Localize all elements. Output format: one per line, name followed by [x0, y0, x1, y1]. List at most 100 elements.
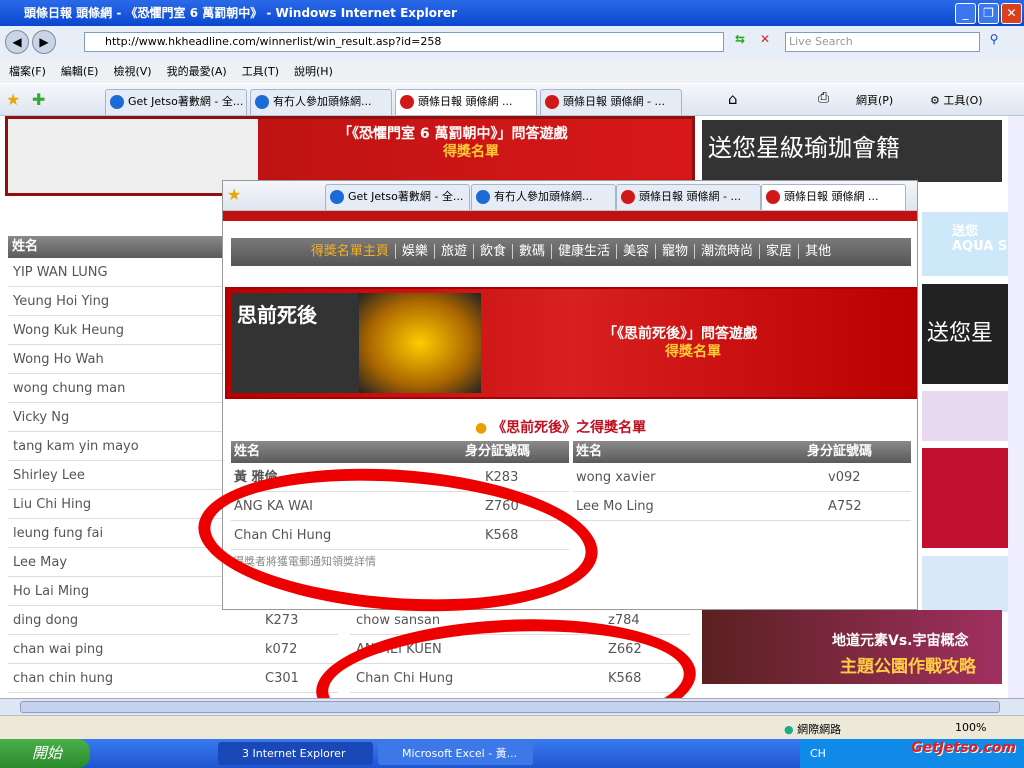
- banner-subtitle: 得獎名單: [443, 144, 499, 160]
- window-title: 頭條日報 頭條網 - 《恐懼門室 6 萬罰朝中》 - Windows Inter…: [24, 6, 457, 20]
- winner-id: C301: [265, 671, 299, 686]
- ie-icon: [110, 95, 124, 109]
- stop-icon[interactable]: ✕: [755, 32, 775, 52]
- add-favorite-icon[interactable]: ✚: [32, 90, 45, 109]
- refresh-icon[interactable]: ⇆: [730, 32, 750, 52]
- nav-item[interactable]: 娛樂: [395, 244, 435, 259]
- address-input[interactable]: http://www.hkheadline.com/winnerlist/win…: [84, 32, 724, 52]
- book-ad[interactable]: [922, 556, 1008, 612]
- minimize-button[interactable]: _: [955, 3, 976, 24]
- print-icon[interactable]: ⎙: [818, 90, 829, 106]
- tab-label: 有冇人參加頭條網...: [273, 95, 372, 108]
- nav-item[interactable]: 得獎名單主頁: [304, 244, 396, 259]
- nav-item[interactable]: 數碼: [512, 244, 552, 259]
- bullet-icon: ●: [475, 420, 488, 436]
- headline-icon: [621, 190, 635, 204]
- aqua-ad[interactable]: 送您 AQUA S: [922, 212, 1008, 276]
- list-item: Wong Ho Wah: [8, 345, 222, 374]
- maximize-button[interactable]: ❐: [978, 3, 999, 24]
- favorites-star-icon[interactable]: ★: [6, 90, 20, 109]
- taskbar-ie[interactable]: 3 Internet Explorer: [218, 742, 373, 765]
- ad-text: 送您星級瑜珈會籍: [708, 134, 900, 162]
- col-id: 身分証號碼: [807, 444, 873, 459]
- search-placeholder: Live Search: [789, 35, 853, 48]
- ad-line2: 主題公園作戰攻略: [840, 657, 976, 677]
- url-text: http://www.hkheadline.com/winnerlist/win…: [105, 35, 442, 48]
- start-button[interactable]: 開始: [0, 739, 90, 768]
- forward-button[interactable]: ▶: [32, 30, 56, 54]
- nav-item[interactable]: 潮流時尚: [695, 244, 761, 259]
- overlay-top-banner: [223, 211, 917, 221]
- language-indicator[interactable]: CH: [810, 747, 826, 760]
- menu-file[interactable]: 檔案(F): [9, 65, 46, 78]
- ie-icon: [476, 190, 490, 204]
- nav-item[interactable]: 美容: [617, 244, 657, 259]
- page-menu[interactable]: 網頁(P): [856, 92, 893, 108]
- quiz-subtitle: 得獎名單: [665, 344, 721, 360]
- quiz-banner: 思前死後 「《思前死後》」問答遊戲 得獎名單: [225, 287, 917, 399]
- star-ad[interactable]: 送您星級: [922, 284, 1008, 446]
- list-header: 姓名: [8, 236, 222, 258]
- angel-image: [359, 293, 481, 393]
- scroll-thumb[interactable]: [20, 701, 1000, 713]
- tab-bar: ★ ✚ Get Jetso著數網 - 全... 有冇人參加頭條網... 頭條日報…: [0, 84, 1024, 116]
- list-item: Shirley Lee: [8, 461, 222, 490]
- winner-list-title: ● 《思前死後》之得獎名單: [475, 417, 646, 437]
- globe-icon: ●: [784, 723, 794, 736]
- nav-item[interactable]: 飲食: [473, 244, 513, 259]
- list-item: YIP WAN LUNG: [8, 258, 222, 287]
- title-text: 《思前死後》之得獎名單: [492, 420, 647, 436]
- list-item: leung fung fai: [8, 519, 222, 548]
- menu-view[interactable]: 檢視(V): [113, 65, 151, 78]
- overlay-tab-active: 頭條日報 頭條網 ...: [761, 184, 906, 210]
- taskbar-excel[interactable]: Microsoft Excel - 黃...: [378, 742, 533, 765]
- tools-menu[interactable]: ⚙ 工具(O): [930, 92, 983, 108]
- yoga-ad[interactable]: 送您星級瑜珈會籍: [702, 120, 1002, 182]
- winner-id: A752: [828, 499, 862, 514]
- winner-name: Lee Mo Ling: [576, 499, 654, 514]
- theme-park-ad[interactable]: 地道元素Vs.宇宙概念 主題公園作戰攻略: [702, 610, 1002, 684]
- red-ad[interactable]: [922, 448, 1008, 548]
- tab-label: 有冇人參加頭條網...: [494, 190, 593, 203]
- tab-headline[interactable]: 頭條日報 頭條網 - ...: [540, 89, 682, 115]
- tab-headline-active[interactable]: 頭條日報 頭條網 ...: [395, 89, 537, 115]
- winner-name: chan chin hung: [13, 671, 114, 686]
- home-icon[interactable]: ⌂: [728, 90, 738, 108]
- list-item: Vicky Ng: [8, 403, 222, 432]
- tab-getjetso[interactable]: Get Jetso著數網 - 全...: [105, 89, 247, 115]
- ad-text: 送您: [952, 224, 979, 239]
- menu-help[interactable]: 說明(H): [294, 65, 333, 78]
- menu-favorites[interactable]: 我的最愛(A): [167, 65, 227, 78]
- close-button[interactable]: ✕: [1001, 3, 1022, 24]
- nav-item[interactable]: 家居: [760, 244, 800, 259]
- getjetso-watermark: GetJetso.com: [870, 700, 1020, 760]
- table-row: wong xavier v092: [573, 463, 911, 492]
- nav-item[interactable]: 健康生活: [551, 244, 617, 259]
- search-icon[interactable]: ⚲: [983, 32, 1005, 52]
- table-row: chan chin hung C301: [8, 664, 338, 693]
- list-item: tang kam yin mayo: [8, 432, 222, 461]
- title-bar: 頭條日報 頭條網 - 《恐懼門室 6 萬罰朝中》 - Windows Inter…: [0, 0, 1024, 26]
- nav-item[interactable]: 旅遊: [434, 244, 474, 259]
- menu-tools[interactable]: 工具(T): [242, 65, 279, 78]
- banner-title: 「《恐懼門室 6 萬罰朝中》」問答遊戲: [338, 126, 568, 142]
- vertical-scrollbar[interactable]: [1008, 116, 1024, 698]
- menu-edit[interactable]: 編輯(E): [61, 65, 99, 78]
- nav-item[interactable]: 其他: [799, 244, 837, 259]
- list-item: Yeung Hoi Ying: [8, 287, 222, 316]
- winner-id: k072: [265, 642, 298, 657]
- list-item: Liu Chi Hing: [8, 490, 222, 519]
- search-input[interactable]: Live Search: [785, 32, 980, 52]
- back-button[interactable]: ◀: [5, 30, 29, 54]
- ad-text: AQUA S: [952, 239, 1008, 254]
- zone-indicator: ● 網際網路: [784, 721, 841, 737]
- purple-ad[interactable]: [922, 391, 1008, 441]
- nav-item[interactable]: 寵物: [656, 244, 696, 259]
- watermark-text: GetJetso.com: [911, 740, 1016, 756]
- table-row: chan wai ping k072: [8, 635, 338, 664]
- tab-label: 頭條日報 頭條網 ...: [418, 95, 513, 108]
- banner-image: [8, 119, 258, 193]
- table-header-left: 姓名 身分証號碼: [231, 441, 569, 463]
- tab-forum[interactable]: 有冇人參加頭條網...: [250, 89, 392, 115]
- ie-icon: [255, 95, 269, 109]
